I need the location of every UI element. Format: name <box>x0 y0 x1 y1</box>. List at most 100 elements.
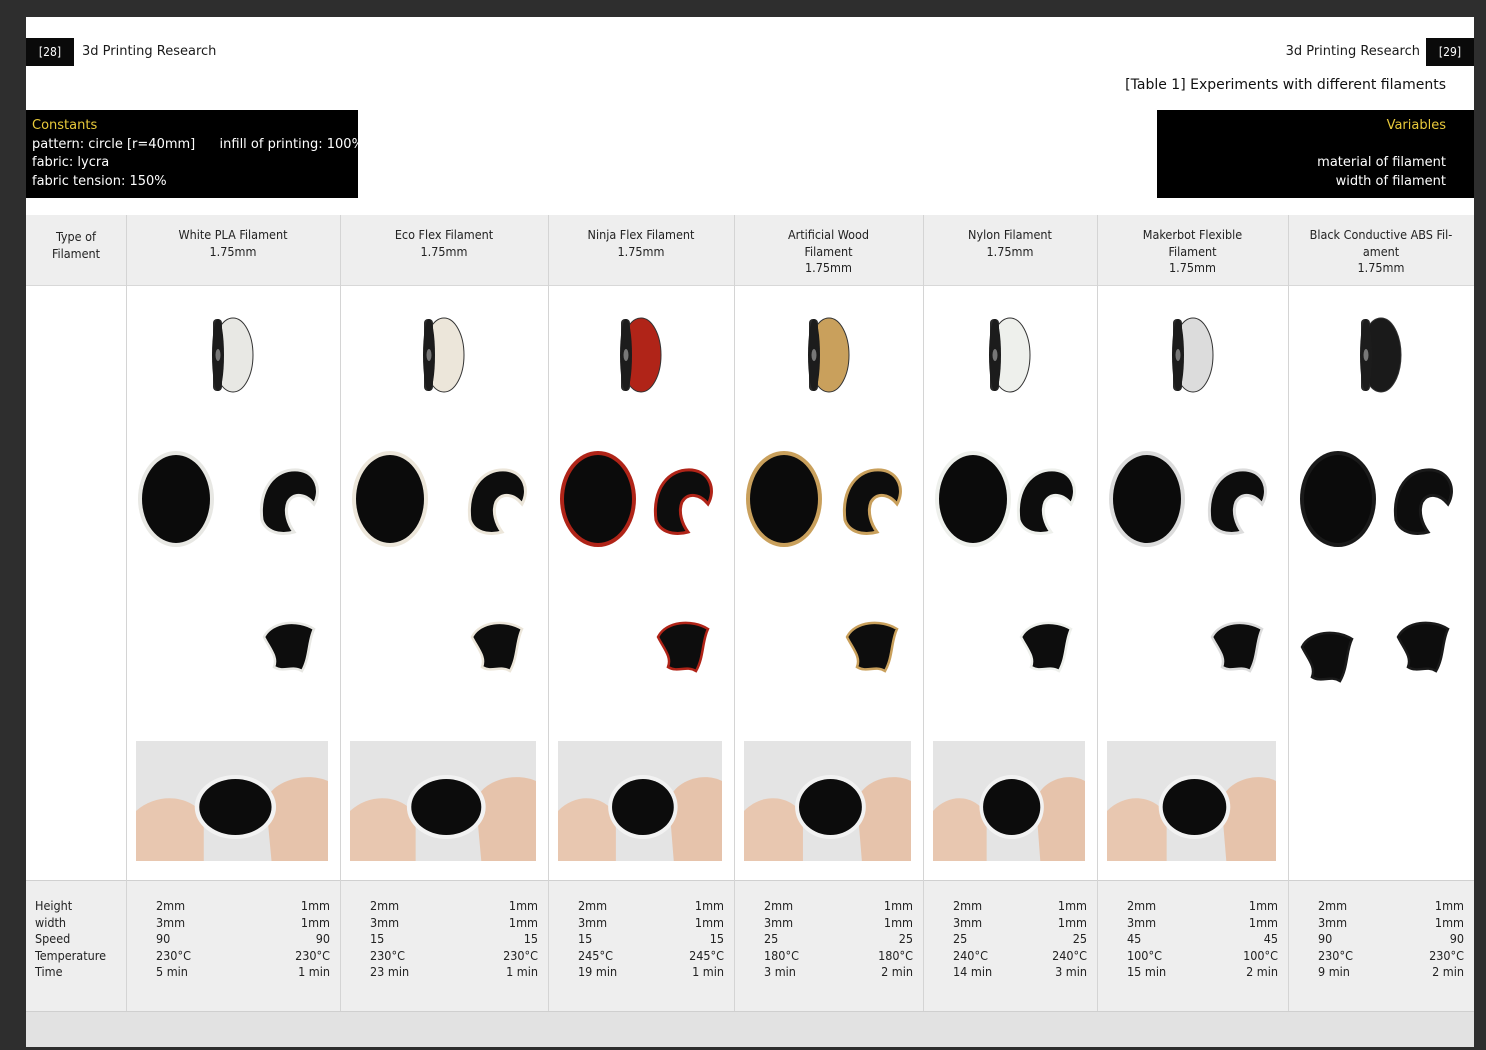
param-value: 5 min <box>156 964 188 979</box>
printed-sample-curled-image <box>1011 460 1083 544</box>
right-running-title: 3d Printing Research <box>1285 44 1420 59</box>
param-value: 1mm <box>508 914 538 930</box>
filament-spool-image <box>1169 315 1217 399</box>
filament-spool-image <box>1357 315 1405 399</box>
param-value: 1mm <box>1248 898 1278 913</box>
printed-sample-curled-image <box>837 460 909 544</box>
constants-box: Constants pattern: circle [r=40mm] infil… <box>26 110 364 198</box>
filament-name-line: White PLA Filament <box>178 227 288 242</box>
param-value: 1 min <box>692 964 724 979</box>
param-value: 1mm <box>300 914 330 930</box>
printed-sample-flat-image <box>350 449 430 553</box>
param-label-temperature: Temperature <box>35 947 106 963</box>
type-of-filament-label: Type of Filament <box>26 229 126 262</box>
param-value: 15 min <box>1127 964 1167 979</box>
column-divider <box>1288 215 1289 1011</box>
column-divider <box>923 215 924 1011</box>
printed-sample-folded-image <box>466 615 528 683</box>
printed-sample-folded-image <box>1296 625 1358 693</box>
param-value: 2 min <box>881 964 913 979</box>
param-value: 230°C <box>503 947 538 963</box>
variables-title: Variables <box>1386 118 1446 133</box>
param-value: 180°C <box>764 947 799 963</box>
param-values-left: 2mm 3mm 15 230°C 23 min <box>370 898 409 981</box>
param-value: 2mm <box>578 898 608 913</box>
param-value: 19 min <box>578 964 618 979</box>
param-values-left: 2mm 3mm 15 245°C 19 min <box>578 898 617 981</box>
param-value: 3mm <box>953 914 983 930</box>
param-label-time: Time <box>35 964 63 979</box>
filament-name-line: ament <box>1362 243 1400 259</box>
param-value: 1 min <box>506 964 538 979</box>
param-value: 1mm <box>1057 914 1087 930</box>
filament-name-line: Filament <box>804 243 853 259</box>
hand-test-photo <box>350 741 536 861</box>
filament-column-header: Makerbot Flexible Filament 1.75mm <box>1103 227 1282 277</box>
param-value: 25 <box>898 931 913 946</box>
printed-sample-flat-image <box>744 449 824 553</box>
column-divider <box>548 215 549 1011</box>
filament-column-header: Ninja Flex Filament 1.75mm <box>554 227 728 260</box>
filament-name-line: Filament <box>1168 243 1217 259</box>
param-value: 3mm <box>156 914 186 930</box>
filament-spool-image <box>617 315 665 399</box>
printed-sample-flat-image <box>558 449 638 553</box>
left-running-title: 3d Printing Research <box>82 44 217 59</box>
filament-name-line: 1.75mm <box>209 243 257 259</box>
param-value: 1mm <box>1434 898 1464 913</box>
filament-name-line: Ninja Flex Filament <box>587 227 695 242</box>
variable-item: material of filament <box>1317 155 1446 170</box>
filament-name-line: 1.75mm <box>805 260 852 275</box>
printed-sample-folded-image <box>652 615 714 683</box>
param-value: 100°C <box>1243 947 1278 963</box>
param-value: 25 <box>1072 931 1087 946</box>
param-values-right: 1mm 1mm 15 230°C 1 min <box>503 898 538 981</box>
param-value: 1 min <box>298 964 330 979</box>
param-value: 45 <box>1263 931 1278 946</box>
filament-name-line: Nylon Filament <box>968 227 1052 242</box>
column-divider <box>340 215 341 1011</box>
param-value: 1mm <box>1248 914 1278 930</box>
param-values-left: 2mm 3mm 90 230°C 5 min <box>156 898 191 981</box>
param-value: 3mm <box>578 914 608 930</box>
param-value: 3 min <box>764 964 796 979</box>
filament-column-header: Nylon Filament 1.75mm <box>929 227 1091 260</box>
param-value: 1mm <box>694 898 724 913</box>
param-value: 2mm <box>1127 898 1157 913</box>
page: [28] 3d Printing Research 3d Printing Re… <box>26 17 1474 1047</box>
printed-sample-curled-image <box>1202 460 1274 544</box>
param-value: 1mm <box>1434 914 1464 930</box>
param-value: 1mm <box>883 914 913 930</box>
variable-item: width of filament <box>1335 173 1446 189</box>
param-value: 90 <box>156 931 171 946</box>
printed-sample-curled-image <box>1388 460 1460 544</box>
filament-column-header: Eco Flex Filament 1.75mm <box>346 227 542 260</box>
param-value: 14 min <box>953 964 993 979</box>
param-value: 90 <box>1318 931 1333 946</box>
param-values-left: 2mm 3mm 90 230°C 9 min <box>1318 898 1353 981</box>
filament-name-line: Eco Flex Filament <box>394 227 494 242</box>
param-value: 3mm <box>1318 914 1348 930</box>
filament-column-header: Artificial Wood Filament 1.75mm <box>740 227 917 277</box>
filament-name-line: 1.75mm <box>617 243 665 259</box>
param-values-left: 2mm 3mm 45 100°C 15 min <box>1127 898 1166 981</box>
param-value: 45 <box>1127 931 1142 946</box>
hand-test-photo <box>558 741 722 861</box>
printed-sample-flat-image <box>1298 449 1378 553</box>
param-value: 90 <box>1449 931 1464 946</box>
param-value: 1mm <box>694 914 724 930</box>
hand-test-photo <box>933 741 1085 861</box>
param-values-right: 1mm 1mm 90 230°C 1 min <box>295 898 330 981</box>
printed-sample-flat-image <box>136 449 216 553</box>
printed-sample-flat-image <box>933 449 1013 553</box>
param-value: 1mm <box>1057 898 1087 913</box>
column-divider <box>734 215 735 1011</box>
param-value: 15 <box>709 931 724 946</box>
param-value: 3mm <box>370 914 400 930</box>
filament-name-line: Black Conductive ABS Fil- <box>1309 227 1453 242</box>
param-value: 25 <box>953 931 968 946</box>
param-value: 3mm <box>1127 914 1157 930</box>
param-value: 2mm <box>764 898 794 913</box>
param-value: 230°C <box>1318 947 1353 963</box>
type-label-line: Type of <box>55 229 97 244</box>
